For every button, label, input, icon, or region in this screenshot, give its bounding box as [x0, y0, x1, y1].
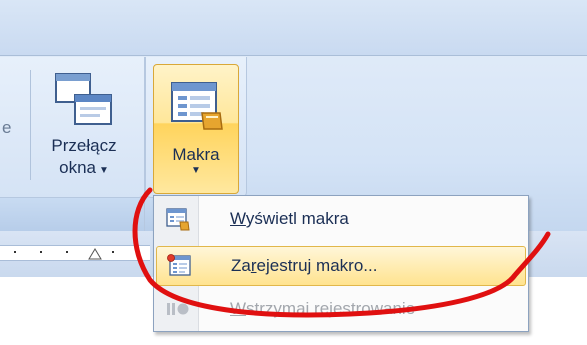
ruler-tick: [112, 251, 114, 253]
chevron-down-icon: ▼: [98, 165, 109, 176]
macros-button[interactable]: Makra ▼: [153, 64, 239, 194]
switch-windows-button[interactable]: Przełącz okna ▼: [36, 62, 132, 190]
view-macros-label: Wyświetl makra: [230, 209, 349, 228]
ribbon-tab-bar: [0, 0, 587, 55]
switch-windows-icon: [55, 73, 112, 125]
menu-item-view-macros[interactable]: Wyświetl makra: [156, 200, 526, 238]
ruler-tick: [14, 251, 16, 253]
switch-windows-label: Przełącz: [51, 136, 117, 155]
ruler-tick: [66, 251, 68, 253]
chevron-down-icon: ▼: [191, 165, 201, 176]
group-separator: [30, 70, 31, 180]
record-macro-label: Zarejestruj makro...: [231, 256, 378, 275]
truncated-button-label: e: [2, 118, 12, 137]
pause-recording-label: Wstrzymaj rejestrowanie: [230, 299, 416, 318]
switch-windows-label-2: okna ▼: [59, 158, 109, 177]
horizontal-ruler[interactable]: [0, 245, 150, 261]
pause-recording-icon: [167, 303, 189, 315]
macros-dropdown-menu: Wyświetl makra Zarejestruj makro... Wstr…: [153, 195, 529, 332]
record-macro-icon: [167, 254, 191, 276]
ruler-tick: [40, 251, 42, 253]
macros-label: Makra: [172, 145, 220, 164]
menu-item-record-macro[interactable]: Zarejestruj makro...: [156, 246, 526, 286]
indent-marker-icon[interactable]: [88, 248, 102, 260]
macros-icon: [171, 82, 223, 130]
ribbon-group-label-window: [0, 198, 145, 231]
view-macros-icon: [166, 208, 190, 231]
menu-item-pause-recording[interactable]: Wstrzymaj rejestrowanie: [156, 290, 526, 328]
